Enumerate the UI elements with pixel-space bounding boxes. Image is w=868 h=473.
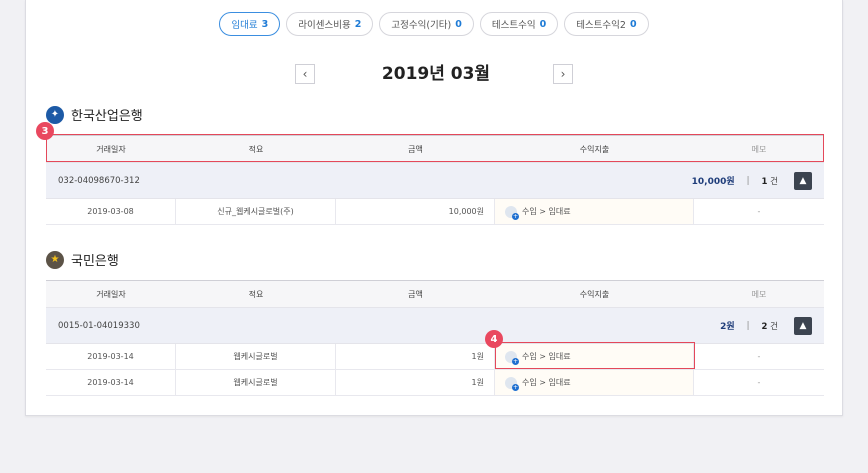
cell-date: 2019-03-08 bbox=[46, 199, 176, 224]
cell-amount: 1원 bbox=[336, 370, 495, 395]
cell-memo[interactable]: - bbox=[694, 199, 824, 224]
cell-memo[interactable]: - bbox=[694, 370, 824, 395]
table-row[interactable]: 2019-03-14 웹케시글로벌 1원 수입 > 임대료 - bbox=[46, 370, 824, 396]
kb-bank-logo-icon: ★ bbox=[46, 250, 64, 269]
cell-description: 웹케시글로벌 bbox=[176, 370, 336, 395]
account-number: 0015-01-04019330 bbox=[58, 320, 140, 331]
bank-header-kdb: ✦ 한국산업은행 bbox=[46, 105, 143, 124]
category-add-icon bbox=[505, 376, 519, 391]
tab-test-income[interactable]: 테스트수익 0 bbox=[479, 12, 559, 36]
step-marker-4: 4 bbox=[485, 330, 503, 348]
month-title: 2019년 03월 bbox=[381, 64, 491, 84]
bank-name: 한국산업은행 bbox=[71, 109, 143, 124]
tab-rent[interactable]: 임대료 3 bbox=[219, 12, 281, 36]
collapse-button[interactable]: ▲ bbox=[794, 171, 812, 190]
tab-test-income-2[interactable]: 테스트수익2 0 bbox=[564, 12, 649, 36]
account-total-amount: 2원 bbox=[720, 322, 735, 332]
column-header-description: 적요 bbox=[248, 289, 264, 299]
cell-date: 2019-03-14 bbox=[46, 370, 176, 395]
next-month-button[interactable]: › bbox=[553, 64, 573, 84]
cell-category[interactable]: 수입 > 임대료 bbox=[495, 199, 694, 224]
cell-description: 신규_웹케시글로벌(주) bbox=[176, 199, 336, 224]
kdb-bank-logo-icon: ✦ bbox=[46, 105, 64, 124]
cell-amount: 1원 bbox=[336, 344, 495, 369]
column-header-date: 거래일자 bbox=[96, 289, 126, 299]
chevron-up-icon: ▲ bbox=[799, 320, 807, 331]
cell-date: 2019-03-14 bbox=[46, 344, 176, 369]
cell-amount: 10,000원 bbox=[336, 199, 495, 224]
chevron-up-icon: ▲ bbox=[799, 175, 807, 186]
column-header-memo: 메모 bbox=[751, 289, 767, 299]
bank-table-kb: 거래일자 적요 금액 수익지출 메모 0015-01-04019330 2원 |… bbox=[46, 280, 824, 396]
account-total-amount: 10,000원 bbox=[691, 177, 735, 187]
category-highlight-box bbox=[495, 342, 695, 369]
column-header-amount: 금액 bbox=[408, 289, 423, 299]
table-row[interactable]: 2019-03-14 웹케시글로벌 1원 수입 > 임대료 - bbox=[46, 344, 824, 370]
tab-fixed-income-other[interactable]: 고정수익(기타) 0 bbox=[379, 12, 474, 36]
tab-license-fee[interactable]: 라이센스비용 2 bbox=[286, 12, 374, 36]
account-transaction-count: 2 건 bbox=[761, 321, 778, 332]
separator: | bbox=[746, 320, 750, 331]
chevron-left-icon: ‹ bbox=[302, 67, 308, 81]
chevron-right-icon: › bbox=[560, 67, 566, 81]
category-add-icon bbox=[505, 205, 519, 220]
account-transaction-count: 1 건 bbox=[761, 176, 778, 187]
cell-memo[interactable]: - bbox=[694, 344, 824, 369]
table-header: 거래일자 적요 금액 수익지출 메모 bbox=[46, 280, 824, 308]
bank-header-kb: ★ 국민은행 bbox=[46, 250, 119, 269]
content-card: 임대료 3 라이센스비용 2 고정수익(기타) 0 테스트수익 0 테스트수익2 0 ‹ … bbox=[25, 0, 843, 416]
cell-description: 웹케시글로벌 bbox=[176, 344, 336, 369]
header-highlight-box bbox=[46, 134, 824, 162]
step-marker-3: 3 bbox=[36, 122, 54, 140]
account-number: 032-04098670-312 bbox=[58, 175, 140, 186]
table-row[interactable]: 2019-03-08 신규_웹케시글로벌(주) 10,000원 수입 > 임대료… bbox=[46, 199, 824, 225]
separator: | bbox=[746, 175, 750, 186]
prev-month-button[interactable]: ‹ bbox=[295, 64, 315, 84]
collapse-button[interactable]: ▲ bbox=[794, 316, 812, 335]
bank-name: 국민은행 bbox=[71, 254, 119, 269]
cell-category[interactable]: 수입 > 임대료 bbox=[495, 370, 694, 395]
column-header-category: 수익지출 bbox=[579, 289, 610, 299]
category-tabs: 임대료 3 라이센스비용 2 고정수익(기타) 0 테스트수익 0 테스트수익2 0 bbox=[26, 12, 842, 36]
month-navigator: ‹ 2019년 03월 › bbox=[26, 62, 842, 86]
account-summary-row: 032-04098670-312 10,000원 | 1 건 ▲ bbox=[46, 163, 824, 199]
account-summary-row: 0015-01-04019330 2원 | 2 건 ▲ bbox=[46, 308, 824, 344]
